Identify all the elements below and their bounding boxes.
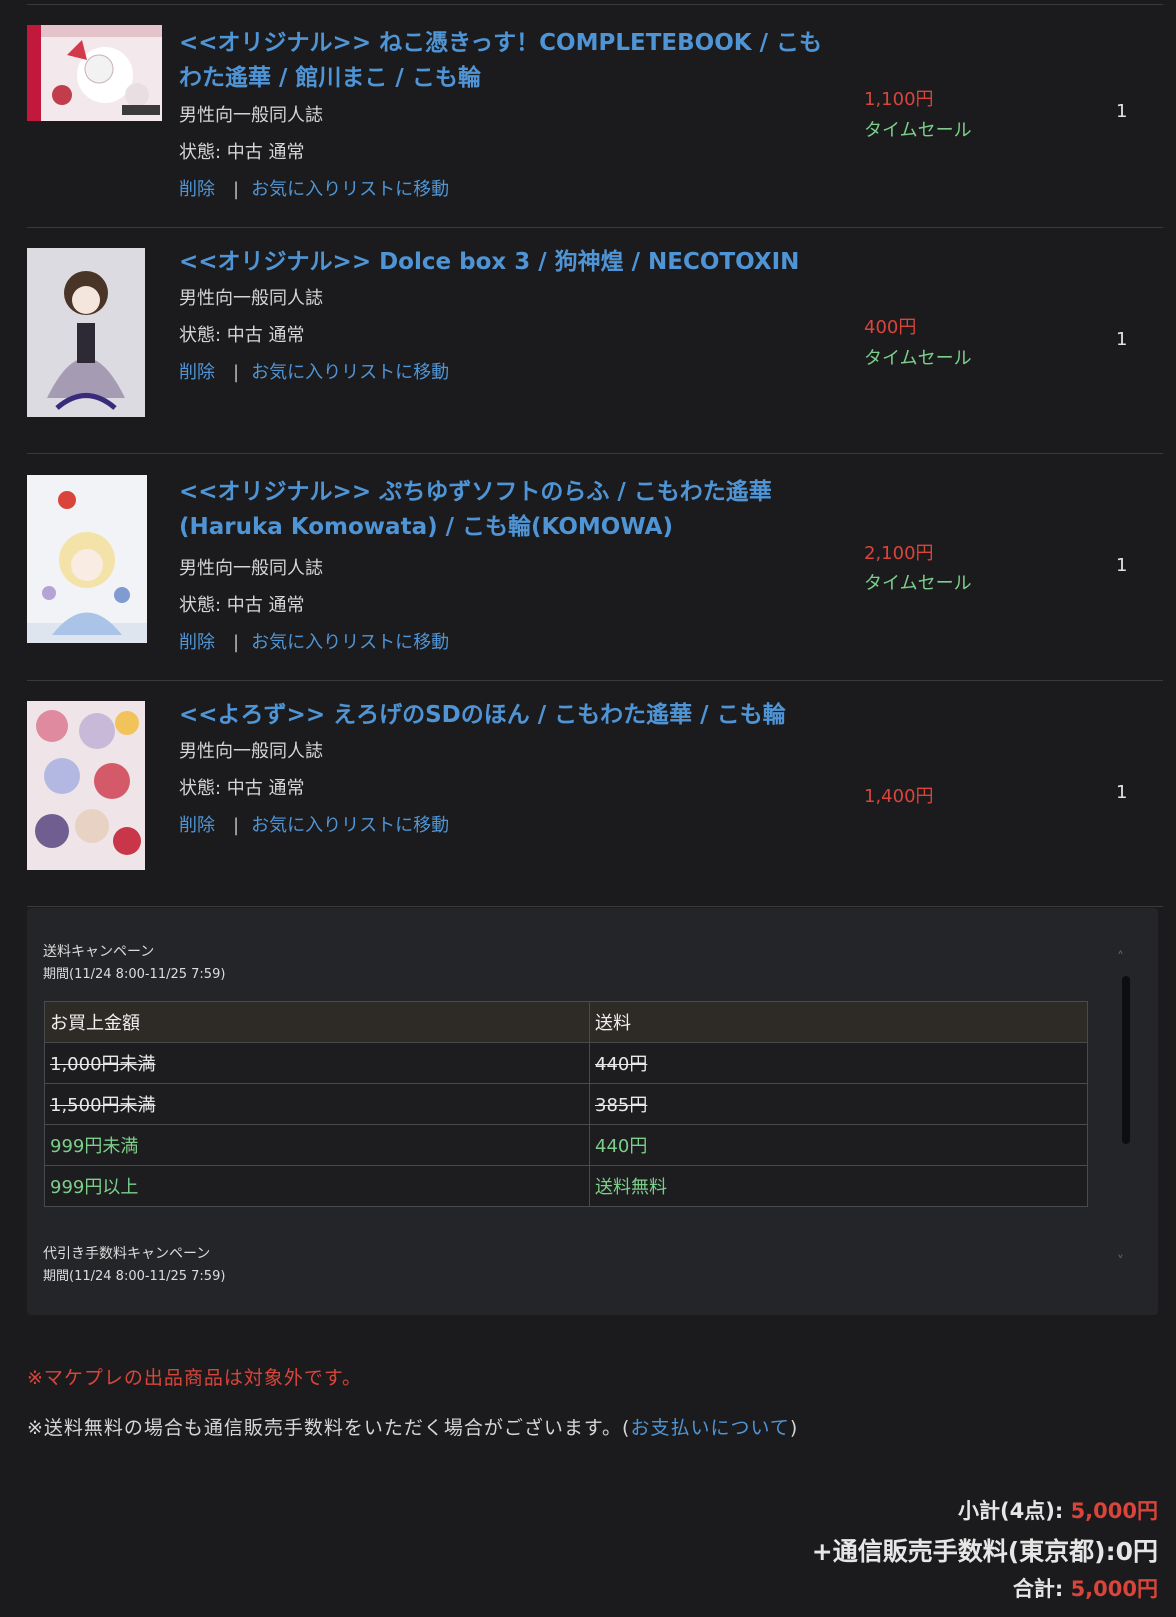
note-text: ※送料無料の場合も通信販売手数料をいただく場合がございます。( — [27, 1417, 631, 1439]
item-price: 2,100円 — [864, 543, 934, 564]
item-quantity: 1 — [1116, 329, 1128, 350]
item-thumbnail[interactable] — [27, 248, 145, 417]
time-sale-badge: タイムセール — [864, 120, 972, 141]
time-sale-badge: タイムセール — [864, 348, 972, 369]
fee-cell: 385円 — [589, 1083, 1088, 1125]
item-divider — [27, 906, 1163, 907]
scrollbar-thumb[interactable] — [1122, 976, 1130, 1144]
fee-cell: 440円 — [589, 1124, 1088, 1166]
cart-item: <<オリジナル>> ねこ憑きっす！COMPLETEBOOK / こも わた遙華 … — [27, 5, 1163, 228]
shipping-campaign-period: 期間(11/24 8:00-11/25 7:59) — [43, 967, 226, 982]
scroll-down-icon[interactable]: ˅ — [1117, 1254, 1124, 1270]
time-sale-badge: タイムセール — [864, 573, 972, 594]
item-condition: 状態: 中古 通常 — [179, 142, 305, 163]
cod-campaign-title: 代引き手数料キャンペーン — [43, 1246, 211, 1262]
total-value: 5,000円 — [1070, 1577, 1158, 1601]
delete-link[interactable]: 削除 — [179, 362, 215, 383]
note-text-end: ) — [789, 1417, 799, 1439]
cart-item: <<オリジナル>> ぷちゆずソフトのらふ / こもわた遙華 (Haruka Ko… — [27, 454, 1163, 681]
fee-label: +通信販売手数料(東京都):0円 — [811, 1537, 1158, 1566]
item-title-line2: (Haruka Komowata) / こも輪(KOMOWA) — [179, 514, 673, 540]
move-to-favorites-link[interactable]: お気に入りリストに移動 — [251, 632, 449, 653]
item-title-line1: <<オリジナル>> ねこ憑きっす！COMPLETEBOOK / こも — [179, 30, 822, 56]
item-title-link[interactable]: <<オリジナル>> ねこ憑きっす！COMPLETEBOOK / こも わた遙華 … — [179, 26, 839, 96]
item-actions: 削除 | お気に入りリストに移動 — [179, 628, 449, 654]
item-condition: 状態: 中古 通常 — [179, 778, 305, 799]
cart-item: <<オリジナル>> Dolce box 3 / 狗神煌 / NECOTOXIN … — [27, 228, 1163, 454]
cover-image — [27, 701, 145, 870]
fee-row: +通信販売手数料(東京都):0円 — [812, 1532, 1158, 1568]
table-header-row: お買上金額 送料 — [44, 1001, 1088, 1043]
item-thumbnail[interactable] — [27, 475, 147, 643]
amount-cell: 999円以上 — [44, 1165, 590, 1207]
separator: | — [233, 632, 240, 653]
table-row: 1,500円未満 385円 — [44, 1083, 1088, 1125]
amount-cell: 999円未満 — [44, 1124, 590, 1166]
item-category: 男性向一般同人誌 — [179, 288, 323, 309]
fee-cell: 送料無料 — [589, 1165, 1088, 1207]
item-quantity: 1 — [1116, 782, 1128, 803]
separator: | — [233, 362, 240, 383]
cover-image — [27, 475, 147, 643]
item-category: 男性向一般同人誌 — [179, 558, 323, 579]
subtotal-row: 小計(4点): 5,000円 — [958, 1495, 1158, 1525]
separator: | — [233, 815, 240, 836]
shipping-fee-table: お買上金額 送料 1,000円未満 440円 1,500円未満 385円 999… — [44, 1001, 1088, 1207]
amount-cell: 1,500円未満 — [44, 1083, 590, 1125]
payment-info-link[interactable]: お支払いについて — [630, 1417, 789, 1439]
column-header-fee: 送料 — [589, 1001, 1088, 1043]
item-actions: 削除 | お気に入りリストに移動 — [179, 175, 449, 201]
subtotal-value: 5,000円 — [1070, 1499, 1158, 1523]
move-to-favorites-link[interactable]: お気に入りリストに移動 — [251, 815, 449, 836]
item-category: 男性向一般同人誌 — [179, 741, 323, 762]
cod-campaign-period: 期間(11/24 8:00-11/25 7:59) — [43, 1269, 226, 1284]
table-row: 1,000円未満 440円 — [44, 1042, 1088, 1084]
item-title-link[interactable]: <<よろず>> えろげのSDのほん / こもわた遙華 / こも輪 — [179, 698, 839, 733]
delete-link[interactable]: 削除 — [179, 632, 215, 653]
total-label: 合計: — [1012, 1577, 1064, 1601]
marketplace-note: ※マケプレの出品商品は対象外です。 — [27, 1367, 363, 1389]
free-shipping-note: ※送料無料の場合も通信販売手数料をいただく場合がございます。(お支払いについて) — [27, 1413, 798, 1440]
cart-item: <<よろず>> えろげのSDのほん / こもわた遙華 / こも輪 男性向一般同人… — [27, 681, 1163, 907]
item-price: 1,400円 — [864, 786, 934, 807]
item-quantity: 1 — [1116, 101, 1128, 122]
item-title-link[interactable]: <<オリジナル>> Dolce box 3 / 狗神煌 / NECOTOXIN — [179, 245, 839, 280]
delete-link[interactable]: 削除 — [179, 179, 215, 200]
campaign-panel[interactable]: 送料キャンペーン 期間(11/24 8:00-11/25 7:59) お買上金額… — [27, 908, 1158, 1315]
separator: | — [233, 179, 240, 200]
delete-link[interactable]: 削除 — [179, 815, 215, 836]
item-price: 400円 — [864, 317, 917, 338]
fee-cell: 440円 — [589, 1042, 1088, 1084]
item-title-link[interactable]: <<オリジナル>> ぷちゆずソフトのらふ / こもわた遙華 (Haruka Ko… — [179, 475, 839, 545]
item-title-line1: <<オリジナル>> ぷちゆずソフトのらふ / こもわた遙華 — [179, 479, 772, 505]
item-title-line2: わた遙華 / 館川まこ / こも輪 — [179, 65, 481, 91]
item-thumbnail[interactable] — [27, 701, 145, 870]
table-row: 999円未満 440円 — [44, 1124, 1088, 1166]
column-header-amount: お買上金額 — [44, 1001, 590, 1043]
cover-image — [27, 248, 145, 417]
scroll-up-icon[interactable]: ˄ — [1117, 950, 1124, 966]
item-actions: 削除 | お気に入りリストに移動 — [179, 358, 449, 384]
item-condition: 状態: 中古 通常 — [179, 595, 305, 616]
item-actions: 削除 | お気に入りリストに移動 — [179, 811, 449, 837]
item-quantity: 1 — [1116, 555, 1128, 576]
cover-image — [27, 25, 162, 121]
move-to-favorites-link[interactable]: お気に入りリストに移動 — [251, 362, 449, 383]
shipping-campaign-title: 送料キャンペーン — [43, 944, 155, 960]
total-row: 合計: 5,000円 — [1013, 1573, 1158, 1603]
item-category: 男性向一般同人誌 — [179, 105, 323, 126]
subtotal-label: 小計(4点): — [958, 1499, 1064, 1523]
item-thumbnail[interactable] — [27, 25, 162, 121]
amount-cell: 1,000円未満 — [44, 1042, 590, 1084]
move-to-favorites-link[interactable]: お気に入りリストに移動 — [251, 179, 449, 200]
item-price: 1,100円 — [864, 89, 934, 110]
item-condition: 状態: 中古 通常 — [179, 325, 305, 346]
table-row: 999円以上 送料無料 — [44, 1165, 1088, 1207]
